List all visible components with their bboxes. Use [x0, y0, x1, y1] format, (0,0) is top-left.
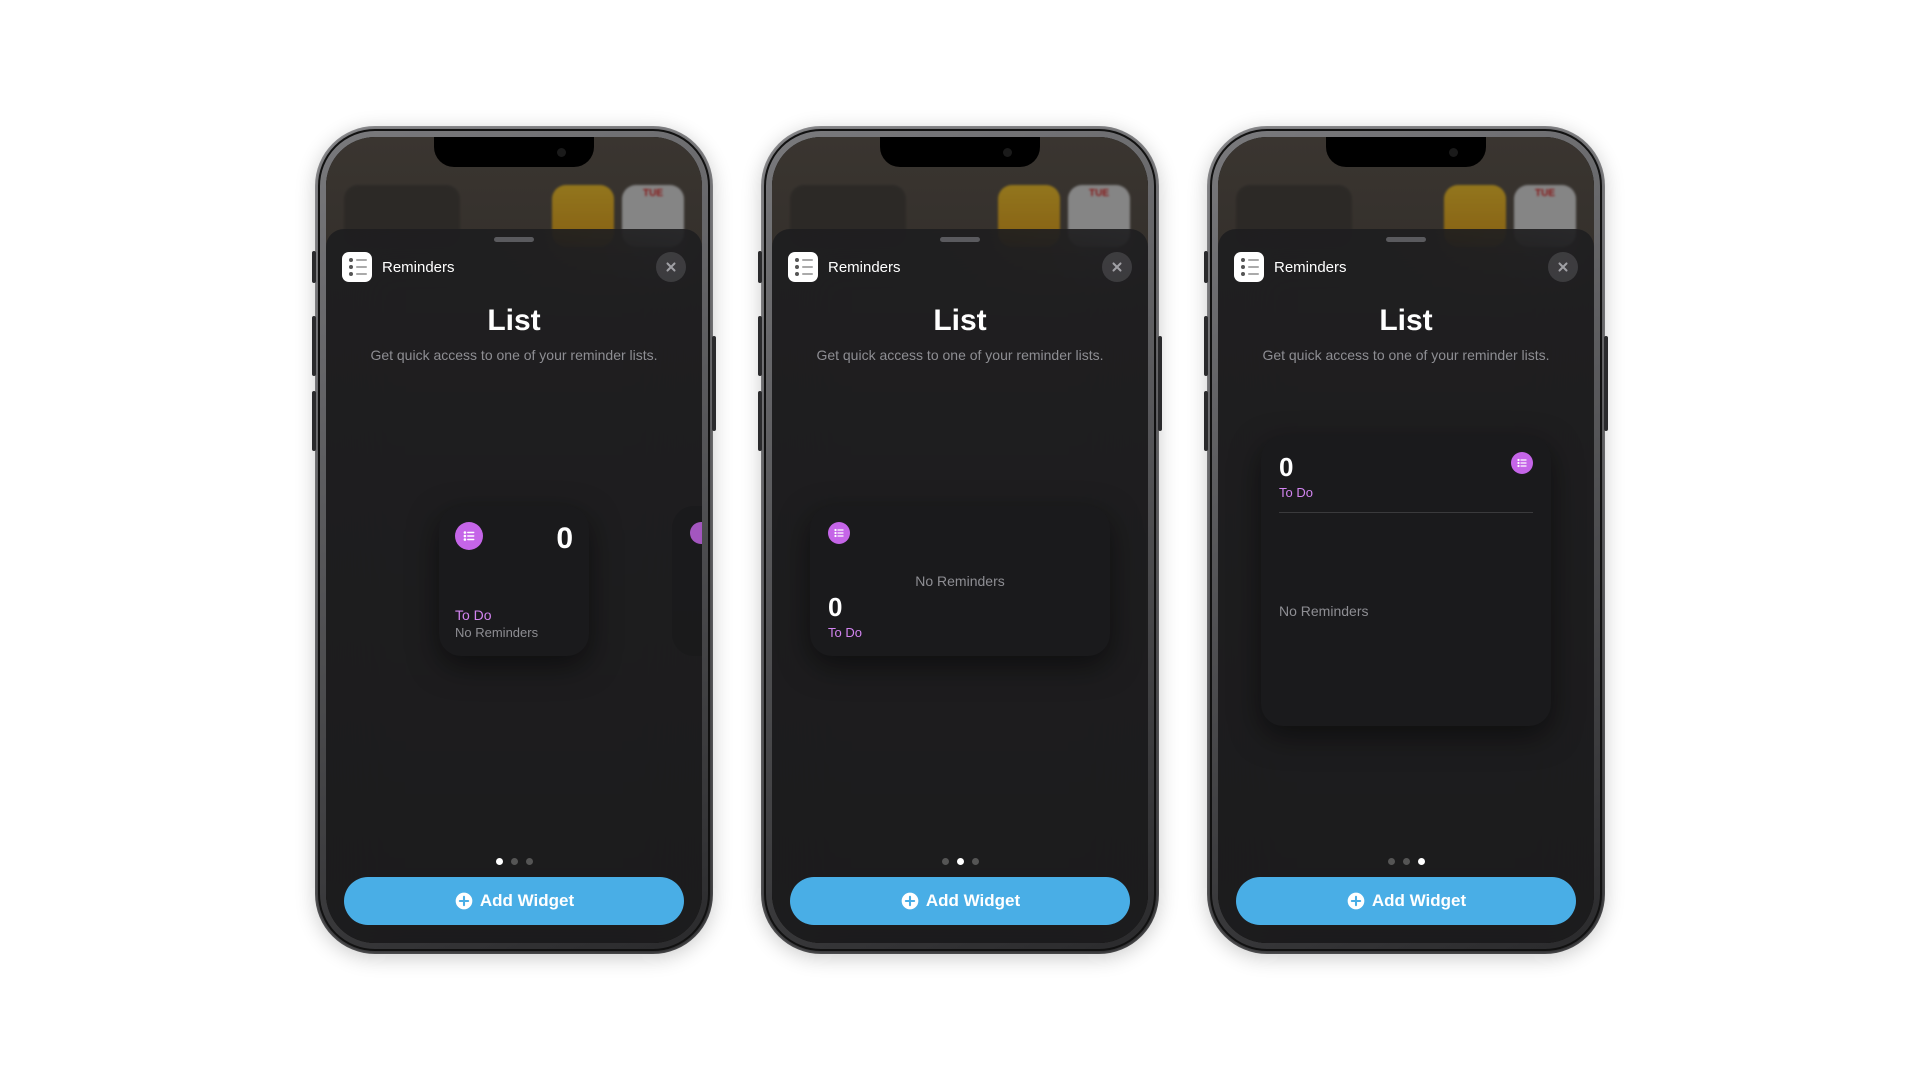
screen: TUE Reminders List Get quick access to o…	[1218, 137, 1594, 943]
phone-mockup-3: TUE Reminders List Get quick access to o…	[1207, 126, 1605, 954]
close-button[interactable]	[656, 252, 686, 282]
page-title: List	[1230, 304, 1582, 338]
page-subtitle: Get quick access to one of your reminder…	[784, 346, 1136, 366]
reminders-app-icon	[788, 252, 818, 282]
title-block: List Get quick access to one of your rem…	[1218, 304, 1594, 366]
side-button	[758, 316, 762, 376]
page-dot	[511, 858, 518, 865]
widget-preview-small: 0 To Do No Reminders	[439, 506, 589, 656]
add-widget-label: Add Widget	[480, 891, 574, 911]
calendar-day-label: TUE	[1535, 188, 1555, 199]
sheet-header: Reminders	[1218, 242, 1594, 282]
side-button	[312, 251, 316, 283]
app-name-label: Reminders	[1274, 259, 1347, 276]
page-dot	[526, 858, 533, 865]
side-button	[1204, 316, 1208, 376]
page-indicator[interactable]	[326, 858, 702, 865]
title-block: List Get quick access to one of your rem…	[326, 304, 702, 366]
side-button	[758, 391, 762, 451]
widget-gallery-sheet: Reminders List Get quick access to one o…	[326, 229, 702, 943]
widget-preview-area[interactable]: 0 To Do No Reminders	[1218, 366, 1594, 796]
close-icon	[1110, 260, 1124, 274]
app-name-label: Reminders	[382, 259, 455, 276]
add-widget-button[interactable]: Add Widget	[1236, 877, 1576, 925]
list-name-label: To Do	[455, 607, 573, 623]
side-button	[1604, 336, 1608, 431]
add-widget-button[interactable]: Add Widget	[344, 877, 684, 925]
side-button	[1204, 251, 1208, 283]
widget-preview-area[interactable]: 0 To Do No Reminders	[326, 366, 702, 796]
notch	[434, 137, 594, 167]
screen: TUE Reminders List Get quick access to o…	[772, 137, 1148, 943]
page-dot	[496, 858, 503, 865]
calendar-day-label: TUE	[643, 188, 663, 199]
plus-circle-icon	[454, 891, 474, 911]
widget-preview-large: 0 To Do No Reminders	[1261, 436, 1551, 726]
screen: TUE Reminders List Get quick access to o…	[326, 137, 702, 943]
list-icon	[1511, 452, 1533, 474]
reminder-count: 0	[1279, 452, 1313, 483]
page-dot	[972, 858, 979, 865]
list-name-label: To Do	[1279, 485, 1313, 500]
empty-message: No Reminders	[455, 625, 573, 640]
app-name-label: Reminders	[828, 259, 901, 276]
side-button	[1204, 391, 1208, 451]
widget-gallery-sheet: Reminders List Get quick access to one o…	[1218, 229, 1594, 943]
list-icon	[455, 522, 483, 550]
page-dot	[957, 858, 964, 865]
phone-mockup-1: TUE Reminders List Get quick access to o…	[315, 126, 713, 954]
title-block: List Get quick access to one of your rem…	[772, 304, 1148, 366]
page-subtitle: Get quick access to one of your reminder…	[338, 346, 690, 366]
page-subtitle: Get quick access to one of your reminder…	[1230, 346, 1582, 366]
add-widget-label: Add Widget	[1372, 891, 1466, 911]
close-icon	[1556, 260, 1570, 274]
page-title: List	[784, 304, 1136, 338]
reminder-count: 0	[556, 522, 573, 556]
empty-message: No Reminders	[1279, 603, 1368, 619]
close-button[interactable]	[1548, 252, 1578, 282]
page-indicator[interactable]	[772, 858, 1148, 865]
widget-preview-medium: No Reminders 0 To Do	[810, 506, 1110, 656]
side-button	[758, 251, 762, 283]
page-indicator[interactable]	[1218, 858, 1594, 865]
side-button	[1158, 336, 1162, 431]
page-title: List	[338, 304, 690, 338]
reminders-app-icon	[342, 252, 372, 282]
page-dot	[942, 858, 949, 865]
side-button	[712, 336, 716, 431]
plus-circle-icon	[900, 891, 920, 911]
page-dot	[1388, 858, 1395, 865]
reminders-app-icon	[1234, 252, 1264, 282]
calendar-day-label: TUE	[1089, 188, 1109, 199]
phone-mockup-2: TUE Reminders List Get quick access to o…	[761, 126, 1159, 954]
notch	[880, 137, 1040, 167]
widget-preview-area[interactable]: No Reminders 0 To Do	[772, 366, 1148, 796]
sheet-header: Reminders	[326, 242, 702, 282]
notch	[1326, 137, 1486, 167]
side-button	[312, 316, 316, 376]
widget-gallery-sheet: Reminders List Get quick access to one o…	[772, 229, 1148, 943]
empty-message: No Reminders	[810, 506, 1110, 656]
plus-circle-icon	[1346, 891, 1366, 911]
close-button[interactable]	[1102, 252, 1132, 282]
page-dot	[1403, 858, 1410, 865]
add-widget-label: Add Widget	[926, 891, 1020, 911]
next-widget-peek	[672, 506, 702, 656]
close-icon	[664, 260, 678, 274]
sheet-header: Reminders	[772, 242, 1148, 282]
page-dot	[1418, 858, 1425, 865]
add-widget-button[interactable]: Add Widget	[790, 877, 1130, 925]
side-button	[312, 391, 316, 451]
